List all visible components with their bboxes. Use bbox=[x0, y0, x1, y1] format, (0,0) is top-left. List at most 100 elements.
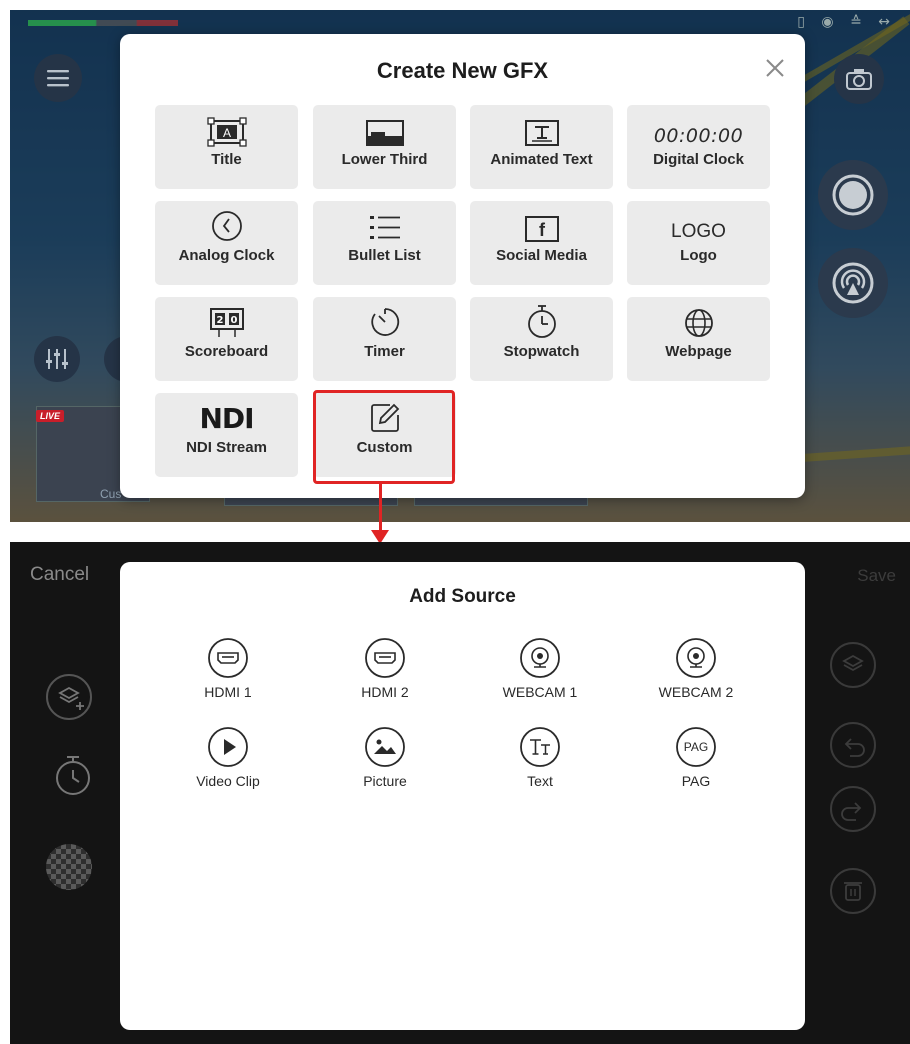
gfx-tile-bullet-list[interactable]: Bullet List bbox=[313, 201, 456, 285]
logo-text-icon: LOGO bbox=[671, 221, 726, 242]
add-layer-button[interactable] bbox=[46, 674, 92, 720]
layers-button[interactable] bbox=[830, 642, 876, 688]
annotation-arrow bbox=[379, 484, 382, 532]
lower-third-icon bbox=[365, 120, 404, 146]
source-webcam-2[interactable]: WEBCAM 2 bbox=[636, 637, 756, 700]
gfx-tile-logo[interactable]: LOGO Logo bbox=[627, 201, 770, 285]
analog-clock-icon bbox=[211, 211, 242, 241]
picture-icon bbox=[365, 727, 405, 767]
record-icon bbox=[832, 174, 874, 216]
pag-icon-text: PAG bbox=[684, 740, 708, 754]
facebook-icon: f bbox=[524, 216, 559, 242]
digital-clock-icon: 00:00:00 bbox=[653, 125, 744, 147]
gfx-tile-webpage[interactable]: Webpage bbox=[627, 297, 770, 381]
gfx-tile-label: Social Media bbox=[496, 247, 587, 264]
add-layer-icon bbox=[58, 686, 84, 710]
broadcast-icon bbox=[832, 262, 874, 304]
menu-button[interactable] bbox=[34, 54, 82, 102]
text-icon bbox=[520, 727, 560, 767]
webcam-icon bbox=[520, 638, 560, 678]
timer-button[interactable] bbox=[50, 752, 96, 798]
source-text[interactable]: Text bbox=[480, 726, 600, 789]
gfx-tile-analog-clock[interactable]: Analog Clock bbox=[155, 201, 298, 285]
undo-icon bbox=[844, 738, 865, 757]
delete-button[interactable] bbox=[830, 868, 876, 914]
camera-icon bbox=[846, 69, 872, 90]
record-button[interactable] bbox=[818, 160, 888, 230]
gfx-tile-title[interactable]: A Title bbox=[155, 105, 298, 189]
background-button[interactable] bbox=[46, 844, 92, 890]
source-label: WEBCAM 2 bbox=[658, 684, 734, 700]
timer-icon bbox=[56, 756, 90, 795]
pag-icon: PAG bbox=[676, 727, 716, 767]
source-label: PAG bbox=[681, 773, 711, 789]
gfx-tile-label: Scoreboard bbox=[184, 343, 269, 360]
stopwatch-icon bbox=[527, 305, 556, 338]
trash-icon bbox=[844, 882, 862, 901]
ndi-logo-icon: NDI bbox=[199, 402, 254, 435]
source-label: HDMI 1 bbox=[204, 684, 252, 700]
gfx-tile-digital-clock[interactable]: 00:00:00 Digital Clock bbox=[627, 105, 770, 189]
gfx-tile-scoreboard[interactable]: 2 0 Scoreboard bbox=[155, 297, 298, 381]
status-icons: ▯ ◉ ≙ ↔ bbox=[797, 14, 896, 30]
cancel-button[interactable]: Cancel bbox=[30, 564, 89, 586]
source-picture[interactable]: Picture bbox=[325, 726, 445, 789]
svg-text:A: A bbox=[222, 126, 230, 140]
source-hdmi-1[interactable]: HDMI 1 bbox=[168, 637, 288, 700]
gfx-tile-label: Bullet List bbox=[348, 247, 421, 264]
scoreboard-icon: 2 0 bbox=[209, 308, 244, 337]
svg-text:2: 2 bbox=[216, 315, 223, 326]
bullet-list-icon bbox=[369, 216, 400, 239]
source-label: Text bbox=[527, 773, 553, 789]
gfx-tile-label: Title bbox=[211, 151, 242, 168]
redo-icon bbox=[841, 802, 862, 821]
source-hdmi-2[interactable]: HDMI 2 bbox=[325, 637, 445, 700]
gfx-tile-label: NDI Stream bbox=[186, 439, 267, 456]
timer-icon bbox=[370, 308, 399, 336]
gfx-tile-label: Webpage bbox=[665, 343, 732, 360]
svg-text:f: f bbox=[539, 220, 546, 240]
dialog-title: Add Source bbox=[409, 586, 516, 607]
undo-button[interactable] bbox=[830, 722, 876, 768]
gfx-tile-social-media[interactable]: f Social Media bbox=[470, 201, 613, 285]
globe-icon bbox=[684, 309, 713, 337]
custom-highlight-box bbox=[313, 390, 455, 484]
snapshot-button[interactable] bbox=[834, 54, 884, 104]
dialog-title: Create New GFX bbox=[376, 58, 549, 83]
close-button[interactable] bbox=[761, 54, 789, 82]
source-label: WEBCAM 1 bbox=[502, 684, 578, 700]
audio-level-meter bbox=[28, 20, 178, 26]
scene-caption: Cus bbox=[100, 487, 122, 501]
source-label: Picture bbox=[363, 773, 407, 789]
close-icon bbox=[766, 59, 784, 77]
hdmi-icon bbox=[208, 638, 248, 678]
gfx-tile-animated-text[interactable]: Animated Text bbox=[470, 105, 613, 189]
gfx-tile-ndi-stream[interactable]: NDI NDI Stream bbox=[155, 393, 298, 477]
source-label: HDMI 2 bbox=[361, 684, 409, 700]
redo-button[interactable] bbox=[830, 786, 876, 832]
gfx-tile-label: Animated Text bbox=[490, 151, 593, 168]
gfx-tile-label: Logo bbox=[680, 247, 717, 264]
mixer-sliders-icon bbox=[46, 349, 68, 369]
hdmi-icon bbox=[365, 638, 405, 678]
gfx-tile-stopwatch[interactable]: Stopwatch bbox=[470, 297, 613, 381]
source-pag[interactable]: PAG PAG bbox=[636, 726, 756, 789]
audio-mixer-button[interactable] bbox=[34, 336, 80, 382]
source-webcam-1[interactable]: WEBCAM 1 bbox=[480, 637, 600, 700]
status-bar: ▯ ◉ ≙ ↔ bbox=[10, 10, 910, 36]
gfx-tile-label: Analog Clock bbox=[178, 247, 275, 264]
go-live-button[interactable] bbox=[818, 248, 888, 318]
play-icon bbox=[208, 727, 248, 767]
gfx-tile-label: Stopwatch bbox=[503, 343, 580, 360]
hamburger-menu-icon bbox=[47, 70, 69, 87]
live-badge: LIVE bbox=[36, 410, 65, 422]
svg-text:0: 0 bbox=[230, 315, 237, 326]
gfx-tile-timer[interactable]: Timer bbox=[313, 297, 456, 381]
layers-icon bbox=[842, 654, 864, 672]
gfx-tile-label: Digital Clock bbox=[653, 151, 744, 168]
gfx-tile-lower-third[interactable]: Lower Third bbox=[313, 105, 456, 189]
title-frame-icon: A bbox=[206, 117, 247, 147]
source-video-clip[interactable]: Video Clip bbox=[168, 726, 288, 789]
add-source-dialog: Add Source HDMI 1 HDMI 2 WEBCAM 1 WEBCAM… bbox=[120, 562, 805, 1030]
save-button[interactable]: Save bbox=[857, 566, 896, 586]
